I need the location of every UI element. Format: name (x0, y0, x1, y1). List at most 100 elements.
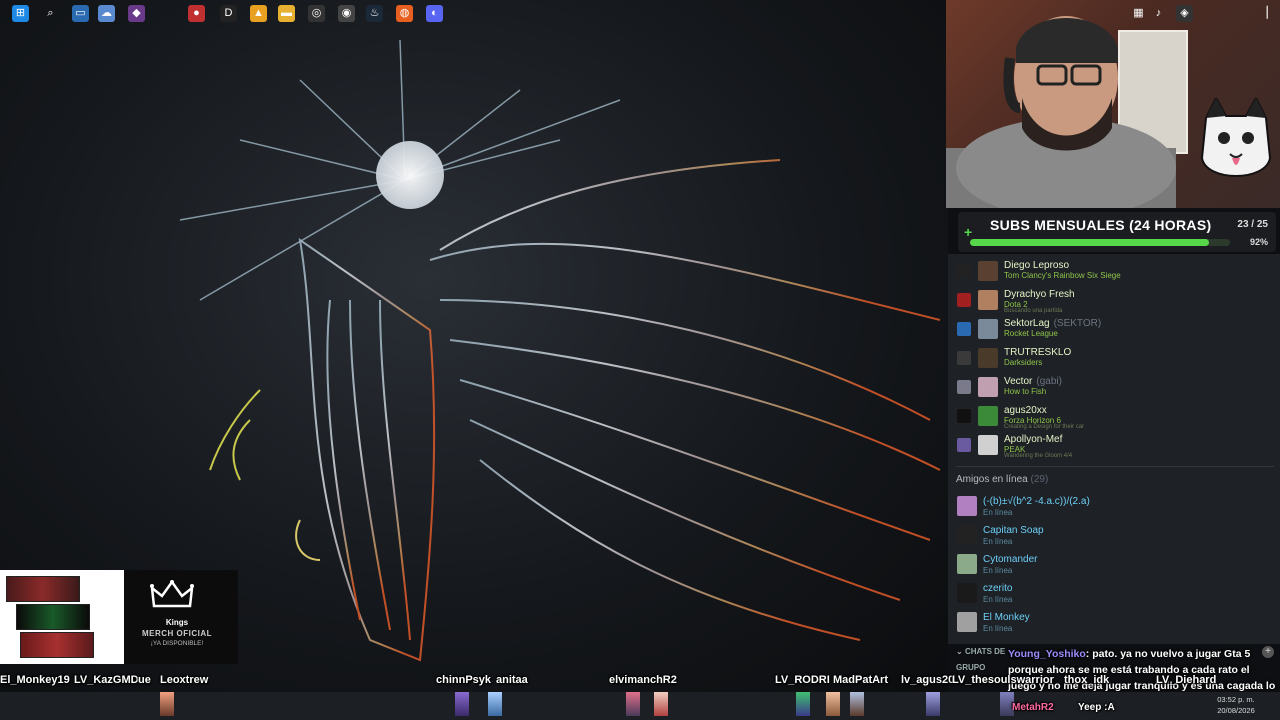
subs-progress-fill (970, 239, 1210, 246)
task-view-icon[interactable]: ▭ (72, 5, 89, 22)
windows-start-icon[interactable]: ⊞ (12, 5, 29, 22)
system-clock[interactable]: 03:52 p. m. 20/08/2026 (1208, 694, 1264, 716)
viewer-avatar-sprite (796, 692, 810, 716)
viewer-name: LV_KazGMD (74, 674, 139, 686)
merch-line2: ¡YA DISPONIBLE! (150, 640, 204, 647)
friend-avatar (957, 554, 977, 574)
subs-progress-bar (970, 239, 1230, 246)
friend-name: SektorLag (SEKTOR) (1004, 318, 1102, 329)
plus-icon: + (964, 224, 973, 240)
group-chats-label: CHATS DE GRUPO (956, 647, 1006, 672)
notification-icon[interactable]: ▏ (1266, 5, 1276, 22)
friend-name: Vector (gabi) (1004, 376, 1062, 387)
forza-icon (957, 409, 971, 423)
discord-icon[interactable]: ◐ (426, 5, 443, 22)
app-icon[interactable]: ● (188, 5, 205, 22)
friend-ingame-row[interactable]: Apollyon-Mef PEAK Wandering the Gloom 4/4 (948, 430, 1280, 459)
microphone-icon[interactable]: ♪ (1150, 5, 1167, 22)
viewer-name: LV_Diehard (1156, 674, 1217, 686)
viewer-name: MetahR2 (1012, 702, 1054, 713)
friend-online-row[interactable]: Cytomander En línea (948, 550, 1280, 578)
cat-mascot-icon (1200, 98, 1272, 177)
add-chat-icon[interactable]: + (1262, 646, 1274, 658)
merch-brand: Kings (165, 618, 189, 627)
viewer-avatar-sprite (826, 692, 840, 716)
network-icon[interactable]: ◈ (1176, 5, 1193, 22)
dota-icon (957, 293, 971, 307)
friend-ingame-row[interactable]: Diego Leproso Tom Clancy's Rainbow Six Si… (948, 256, 1280, 284)
friend-avatar (957, 525, 977, 545)
viewer-avatar-sprite (455, 692, 469, 716)
clock-date: 20/08/2026 (1217, 706, 1255, 715)
divider (956, 466, 1274, 467)
webcam-feed (946, 0, 1280, 208)
search-icon[interactable]: ⌕ (42, 5, 59, 22)
friend-name: TRUTRESKLO (1004, 347, 1072, 358)
merch-line1: MERCH OFICIAL (141, 629, 213, 638)
merch-photo (20, 632, 94, 658)
app-icon[interactable]: ◆ (128, 5, 145, 22)
viewer-name: LV_RODRI (775, 674, 830, 686)
rainbow-six-icon (957, 264, 971, 278)
fish-game-icon (957, 380, 971, 394)
subs-goal-widget: + SUBS MENSUALES (24 HORAS) 23 / 25 92% (958, 212, 1276, 252)
viewer-avatar-sprite (488, 692, 502, 716)
friend-avatar (978, 348, 998, 368)
friend-ingame-row[interactable]: Vector (gabi) How to Fish (948, 372, 1280, 400)
streamer-image (946, 16, 1176, 208)
friend-name: Dyrachyo Fresh (1004, 289, 1075, 300)
friend-online-row[interactable]: czerito En línea (948, 579, 1280, 607)
friend-online-row[interactable]: Capitan Soap En línea (948, 521, 1280, 549)
viewer-avatar-sprite (626, 692, 640, 716)
subs-goal-title: SUBS MENSUALES (24 HORAS) (990, 217, 1212, 233)
online-friends-header[interactable]: Amigos en línea (29) (956, 474, 1048, 485)
weather-icon[interactable]: ☁ (98, 5, 115, 22)
viewer-name: ue (138, 674, 151, 686)
viewer-avatar-sprite (926, 692, 940, 716)
viewer-name: thox_idk (1064, 674, 1110, 686)
friend-ingame-row[interactable]: Dyrachyo Fresh Dota 2 Buscando una partida (948, 285, 1280, 314)
app-icon[interactable]: D (220, 5, 237, 22)
friend-name: Capitan Soap (983, 525, 1044, 536)
firefox-icon[interactable]: ◍ (396, 5, 413, 22)
friend-avatar (978, 377, 998, 397)
viewer-name: Leoxtrew (160, 674, 209, 686)
file-explorer-icon[interactable]: ▬ (278, 5, 295, 22)
viewer-avatar-sprite (850, 692, 864, 716)
friend-avatar (978, 406, 998, 426)
clock-time: 03:52 p. m. (1217, 695, 1255, 704)
obs-icon[interactable]: ◉ (338, 5, 355, 22)
rocket-league-icon (957, 322, 971, 336)
tray-icon[interactable]: ▦ (1130, 5, 1147, 22)
friend-ingame-row[interactable]: TRUTRESKLO Darksiders (948, 343, 1280, 371)
steam-icon[interactable]: ♨ (366, 5, 383, 22)
friend-ingame-row[interactable]: agus20xx Forza Horizon 6 Creating a Design… (948, 401, 1280, 430)
friend-avatar (957, 583, 977, 603)
friend-avatar (957, 612, 977, 632)
subs-goal-percent: 92% (1249, 237, 1268, 247)
friend-avatar (978, 290, 998, 310)
friend-status: En línea (983, 508, 1013, 517)
viewer-avatar-sprite (654, 692, 668, 716)
friend-game: Tom Clancy's Rainbow Six Siege (1004, 271, 1121, 280)
friend-status: En línea (983, 624, 1013, 633)
app-icon[interactable]: ◎ (308, 5, 325, 22)
friend-online-row[interactable]: (-(b)±√(b^2 -4.a.c))/(2.a) En línea (948, 492, 1280, 520)
friend-ingame-row[interactable]: SektorLag (SEKTOR) Rocket League (948, 314, 1280, 342)
friend-online-row[interactable]: El Monkey En línea (948, 608, 1280, 636)
viewer-name: lv_agus20 (901, 674, 955, 686)
friend-avatar (978, 261, 998, 281)
merch-photo (16, 604, 90, 630)
peak-icon (957, 438, 971, 452)
friend-status: En línea (983, 595, 1013, 604)
merch-banner[interactable]: Kings MERCH OFICIAL ¡YA DISPONIBLE! (0, 570, 238, 664)
friend-avatar (978, 435, 998, 455)
friend-status: En línea (983, 537, 1013, 546)
merch-photos-panel (0, 570, 124, 664)
brave-browser-icon[interactable]: ▲ (250, 5, 267, 22)
merch-photo (6, 576, 80, 602)
friend-name: czerito (983, 583, 1013, 594)
friend-rich-presence: Wandering the Gloom 4/4 (1004, 453, 1073, 459)
friend-status: En línea (983, 566, 1013, 575)
viewer-name: Yeep :A (1078, 702, 1115, 713)
